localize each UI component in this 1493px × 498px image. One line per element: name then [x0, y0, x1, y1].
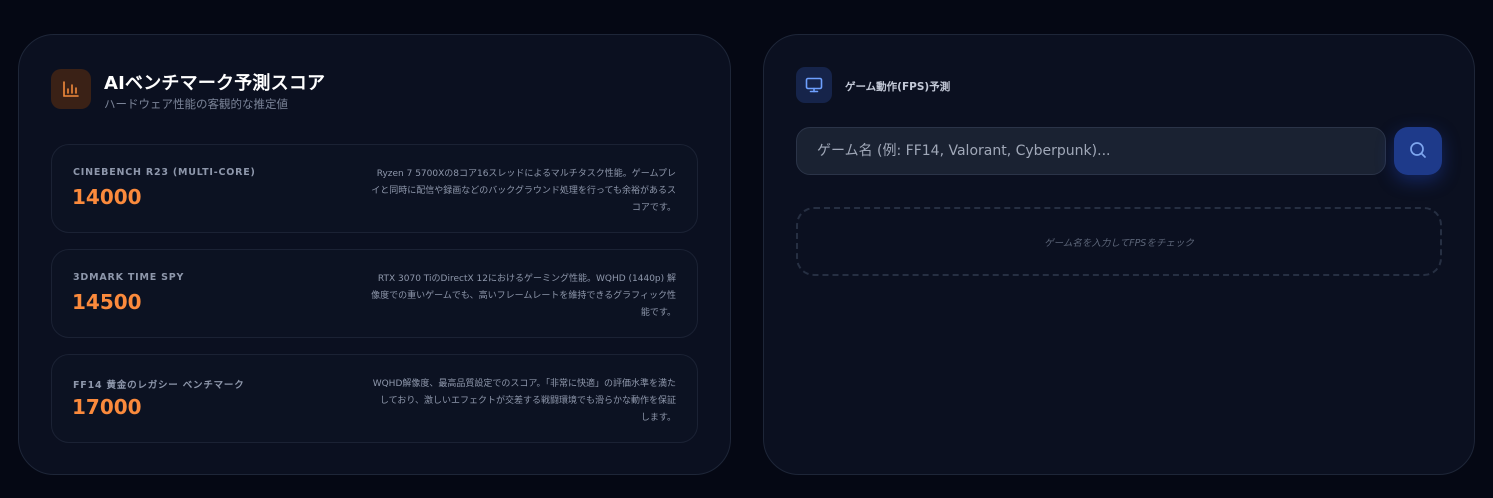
benchmark-card-ff14: FF14 黄金のレガシー ベンチマーク 17000 WQHD解像度、最高品質設定…: [51, 354, 698, 443]
search-icon: [1408, 140, 1428, 163]
benchmark-score: 14500: [72, 290, 142, 314]
benchmark-card-3dmark: 3DMARK TIME SPY 14500 RTX 3070 TiのDirect…: [51, 249, 698, 338]
fps-result-placeholder: ゲーム名を入力してFPSをチェック: [796, 207, 1442, 276]
benchmark-description: RTX 3070 TiのDirectX 12におけるゲーミング性能。WQHD (…: [371, 274, 676, 318]
search-button[interactable]: [1394, 127, 1442, 175]
monitor-icon: [796, 67, 832, 103]
benchmark-panel: AIベンチマーク予測スコア ハードウェア性能の客観的な推定値 CINEBENCH…: [18, 34, 731, 475]
benchmark-name: FF14 黄金のレガシー ベンチマーク: [73, 380, 245, 391]
game-search-input[interactable]: [796, 127, 1386, 175]
benchmark-score: 14000: [72, 185, 142, 209]
fps-panel-title: ゲーム動作(FPS)予測: [845, 81, 951, 93]
benchmark-description: WQHD解像度、最高品質設定でのスコア。「非常に快適」の評価水準を満たしており、…: [372, 379, 676, 423]
benchmark-panel-title: AIベンチマーク予測スコア: [104, 73, 326, 94]
benchmark-panel-subtitle: ハードウェア性能の客観的な推定値: [104, 97, 288, 111]
benchmark-name: CINEBENCH R23 (MULTI-CORE): [73, 167, 256, 178]
empty-state-message: ゲーム名を入力してFPSをチェック: [1044, 237, 1194, 249]
bar-chart-icon: [51, 69, 91, 109]
benchmark-card-cinebench: CINEBENCH R23 (MULTI-CORE) 14000 Ryzen 7…: [51, 144, 698, 233]
benchmark-score: 17000: [72, 395, 142, 419]
fps-prediction-panel: ゲーム動作(FPS)予測 ゲーム名を入力してFPSをチェック: [763, 34, 1475, 475]
benchmark-name: 3DMARK TIME SPY: [73, 272, 185, 283]
benchmark-description: Ryzen 7 5700Xの8コア16スレッドによるマルチタスク性能。ゲームプレ…: [371, 169, 676, 213]
